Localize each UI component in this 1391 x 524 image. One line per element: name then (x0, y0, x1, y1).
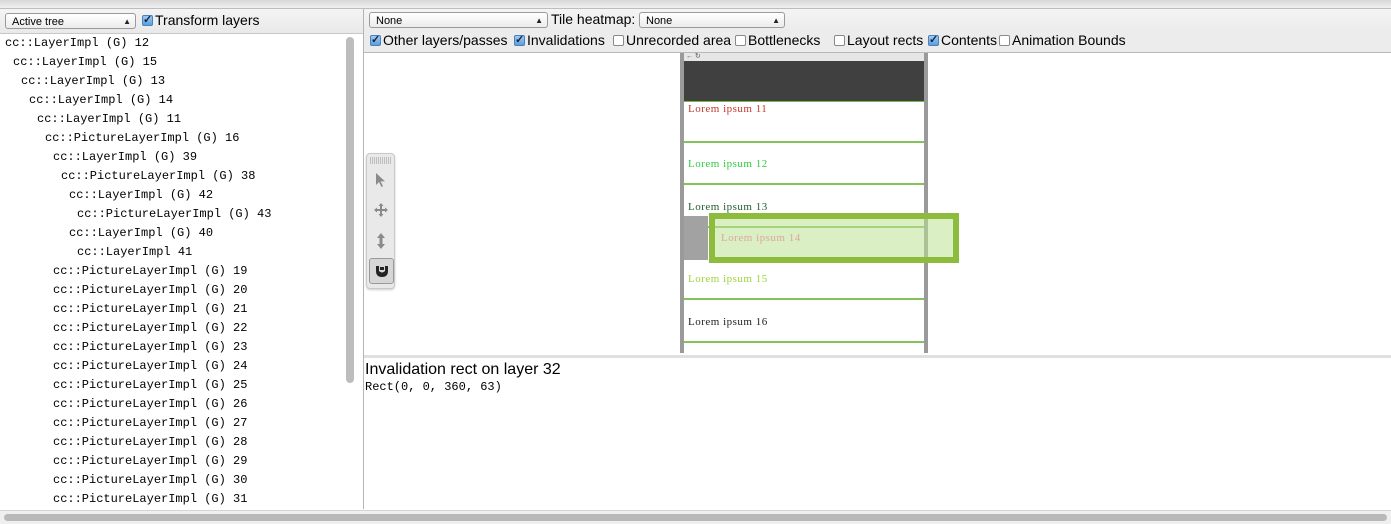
layer-tree-scrollbar[interactable] (344, 35, 356, 507)
option-other-layers-passes[interactable]: Other layers/passes (370, 32, 508, 48)
invalidation-item-label: Lorem ipsum 14 (721, 232, 801, 244)
page-preview: ← ↻ Lorem ipsum 11 Lorem ipsum 12 Lorem ip… (680, 53, 928, 353)
preview-item-text: Lorem ipsum 12 (688, 158, 768, 170)
preview-list-item: Lorem ipsum 16 (684, 301, 924, 343)
option-label: Animation Bounds (1012, 32, 1126, 48)
horizontal-scrollbar[interactable] (0, 510, 1391, 524)
invalidation-details-panel: Invalidation rect on layer 32 Rect(0, 0,… (364, 355, 1391, 512)
option-unrecorded-area[interactable]: Unrecorded area (613, 32, 731, 48)
layer-tree: cc::LayerImpl (G) 12 cc::LayerImpl (G) 15… (0, 34, 345, 509)
option-checkbox[interactable] (735, 35, 746, 46)
option-checkbox[interactable] (834, 35, 845, 46)
option-bottlenecks[interactable]: Bottlenecks (735, 32, 820, 48)
vertical-resize-icon (376, 233, 385, 249)
layer-tree-panel: Active tree ▲ Transform layers cc::Layer… (0, 9, 364, 509)
select-tool-button[interactable] (369, 168, 392, 192)
option-checkbox[interactable] (514, 33, 525, 46)
preview-item-text: Lorem ipsum 13 (688, 201, 768, 213)
transform-layers-checkbox[interactable] (142, 13, 153, 26)
option-label: Other layers/passes (383, 32, 508, 48)
tree-select[interactable]: Active tree ▲ (5, 13, 136, 29)
transform-layers-option[interactable]: Transform layers (142, 12, 260, 28)
invalidation-title: Invalidation rect on layer 32 (365, 361, 561, 378)
preview-url-bar: ← ↻ (684, 53, 924, 61)
preview-list-item: Lorem ipsum 11 (684, 101, 924, 143)
arrow-pointer-icon (375, 173, 385, 187)
option-animation-bounds[interactable]: Animation Bounds (999, 32, 1126, 48)
overlay-toolbar: None ▲ Tile heatmap: None ▲ (364, 9, 1391, 30)
option-checkbox[interactable] (928, 33, 939, 46)
option-checkbox[interactable] (613, 35, 624, 46)
page-preview-content: ← ↻ Lorem ipsum 11 Lorem ipsum 12 Lorem ip… (684, 53, 924, 353)
preview-item-text: Lorem ipsum 15 (688, 273, 768, 285)
tile-heatmap-label: Tile heatmap: (551, 11, 636, 27)
overlay-select-value: None (376, 15, 403, 27)
pan-tool-button[interactable] (369, 198, 392, 222)
layer-tree-row[interactable]: cc::PictureLayerImpl (G) 23 (0, 338, 345, 357)
layer-tree-row[interactable]: cc::PictureLayerImpl (G) 21 (0, 300, 345, 319)
layer-tree-row[interactable]: cc::PictureLayerImpl (G) 28 (0, 433, 345, 452)
overlay-select[interactable]: None ▲ (369, 12, 548, 28)
layer-tree-row[interactable]: cc::PictureLayerImpl (G) 19 (0, 262, 345, 281)
invalidation-rect-highlight[interactable]: Lorem ipsum 14 (709, 213, 959, 263)
invalidation-rect-value: Rect(0, 0, 360, 63) (365, 380, 502, 394)
display-options-bar: Other layers/passes Invalidations Unrecord… (364, 30, 1391, 53)
option-invalidations[interactable]: Invalidations (514, 32, 605, 48)
preview-item-text: Lorem ipsum 16 (688, 316, 768, 328)
gamepad-icon (375, 266, 388, 277)
select-arrows-icon: ▲ (535, 16, 543, 25)
transform-layers-label: Transform layers (155, 12, 260, 28)
option-label: Contents (941, 32, 998, 48)
layer-tree-row[interactable]: cc::LayerImpl (G) 14 (0, 91, 345, 110)
layer-tree-row[interactable]: cc::LayerImpl (G) 15 (0, 53, 345, 72)
layer-tree-row[interactable]: cc::PictureLayerImpl (G) 29 (0, 452, 345, 471)
layer-tree-row[interactable]: cc::LayerImpl (G) 42 (0, 186, 345, 205)
window-top-edge (0, 0, 1391, 9)
tool-palette (366, 153, 395, 289)
layer-tree-toolbar: Active tree ▲ Transform layers (0, 9, 363, 34)
layer-tree-row[interactable]: cc::PictureLayerImpl (G) 26 (0, 395, 345, 414)
select-arrows-icon: ▲ (123, 17, 131, 26)
layer-tree-row[interactable]: cc::PictureLayerImpl (G) 43 (0, 205, 345, 224)
layer-tree-row[interactable]: cc::PictureLayerImpl (G) 16 (0, 129, 345, 148)
layer-bounds-block (684, 216, 708, 260)
layer-tree-row[interactable]: cc::PictureLayerImpl (G) 24 (0, 357, 345, 376)
option-checkbox[interactable] (999, 35, 1010, 46)
select-arrows-icon: ▲ (772, 16, 780, 25)
layer-tree-row[interactable]: cc::PictureLayerImpl (G) 20 (0, 281, 345, 300)
tile-heatmap-select-value: None (646, 15, 673, 27)
option-label: Invalidations (527, 32, 605, 48)
option-contents[interactable]: Contents (928, 32, 997, 48)
layer-tree-row[interactable]: cc::PictureLayerImpl (G) 25 (0, 376, 345, 395)
preview-header (684, 61, 924, 102)
layer-tree-row[interactable]: cc::LayerImpl (G) 11 (0, 110, 345, 129)
layer-tree-row[interactable]: cc::LayerImpl (G) 40 (0, 224, 345, 243)
option-label: Unrecorded area (626, 32, 732, 48)
preview-item-text: Lorem ipsum 11 (688, 103, 768, 115)
option-checkbox[interactable] (370, 33, 381, 46)
zoom-tool-button[interactable] (369, 229, 392, 253)
tile-heatmap-select[interactable]: None ▲ (639, 12, 785, 28)
option-label: Bottlenecks (748, 32, 821, 48)
move-icon (373, 203, 388, 217)
scrollbar-thumb[interactable] (346, 37, 354, 383)
layer-tree-row[interactable]: cc::PictureLayerImpl (G) 31 (0, 490, 345, 509)
layer-viewport[interactable]: ← ↻ Lorem ipsum 11 Lorem ipsum 12 Lorem ip… (364, 53, 1391, 353)
rotate-tool-button[interactable] (369, 258, 394, 284)
option-label: Layout rects (847, 32, 924, 48)
option-layout-rects[interactable]: Layout rects (834, 32, 923, 48)
layer-tree-row[interactable]: cc::LayerImpl 41 (0, 243, 345, 262)
layer-tree-row[interactable]: cc::PictureLayerImpl (G) 30 (0, 471, 345, 490)
preview-list-item: Lorem ipsum 12 (684, 143, 924, 185)
layer-tree-row[interactable]: cc::PictureLayerImpl (G) 22 (0, 319, 345, 338)
layer-tree-row[interactable]: cc::LayerImpl (G) 12 (0, 34, 345, 53)
layer-tree-row[interactable]: cc::LayerImpl (G) 13 (0, 72, 345, 91)
layer-tree-row[interactable]: cc::LayerImpl (G) 39 (0, 148, 345, 167)
layer-tree-row[interactable]: cc::PictureLayerImpl (G) 27 (0, 414, 345, 433)
preview-list-item: Lorem ipsum 15 (684, 258, 924, 300)
scrollbar-thumb[interactable] (4, 514, 1387, 521)
layer-tree-row[interactable]: cc::PictureLayerImpl (G) 38 (0, 167, 345, 186)
palette-grip[interactable] (370, 157, 391, 164)
tree-select-value: Active tree (12, 16, 64, 28)
